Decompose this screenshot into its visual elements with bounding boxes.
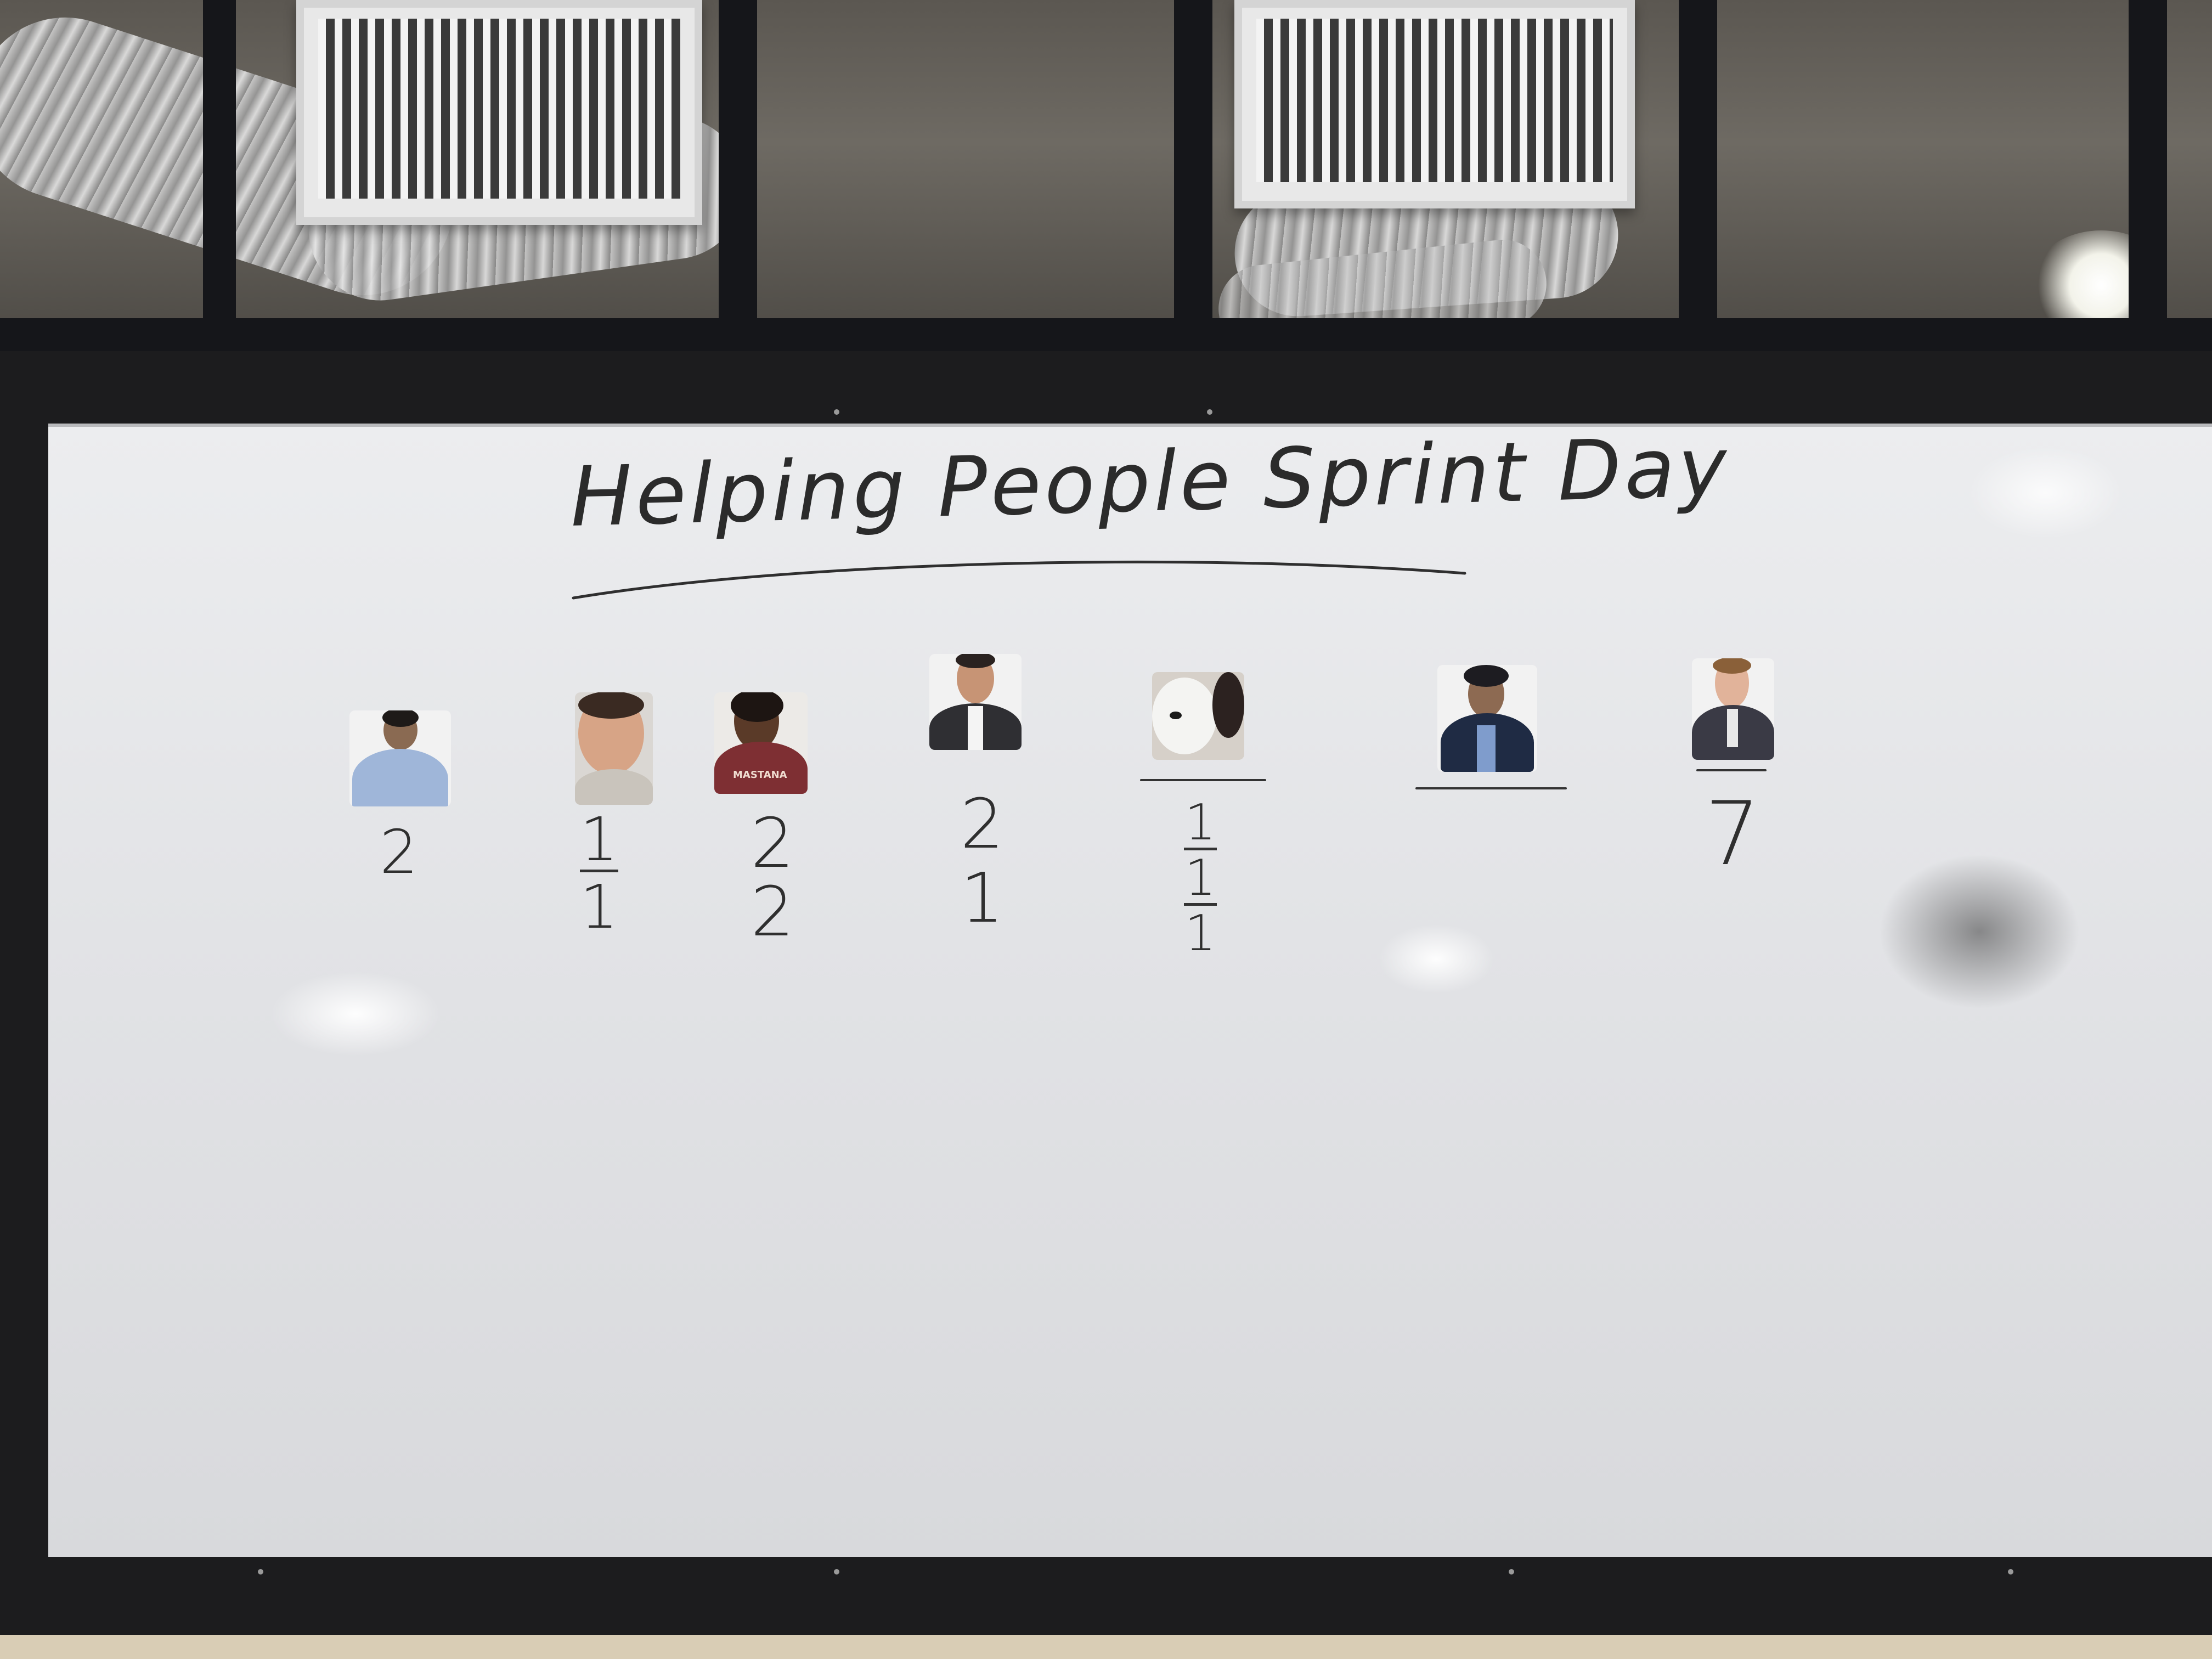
frame-screw bbox=[834, 409, 839, 415]
floor-ledge bbox=[0, 1635, 2212, 1659]
frame-screw bbox=[2008, 1569, 2013, 1575]
tally-mark: 1 bbox=[580, 804, 618, 874]
window-mullion bbox=[1174, 0, 1212, 357]
tally-mark: 1 bbox=[1184, 849, 1217, 907]
vent-grille bbox=[318, 19, 680, 199]
ceiling bbox=[0, 0, 2212, 357]
frame-screw bbox=[1207, 409, 1212, 415]
dog-photo bbox=[1152, 678, 1217, 754]
tally-line bbox=[1415, 787, 1567, 789]
tally-mark: 2 bbox=[960, 785, 1004, 864]
tally-mark: 7 bbox=[1705, 782, 1760, 885]
frame-screw bbox=[834, 1569, 839, 1575]
tally-mark: 1 bbox=[1184, 794, 1217, 851]
tally-mark: 1 bbox=[1184, 905, 1216, 962]
frame-screw bbox=[258, 1569, 263, 1575]
tally-person-1: 2 bbox=[366, 822, 432, 882]
person-photo-6 bbox=[1437, 665, 1537, 772]
tally-mark: 2 bbox=[380, 817, 418, 887]
frame-screw bbox=[1509, 1569, 1514, 1575]
window-mullion bbox=[719, 0, 757, 357]
shirt-print: MASTANA bbox=[733, 769, 787, 781]
tally-person-5: 1 1 1 bbox=[1167, 798, 1233, 958]
window-mullion bbox=[2129, 0, 2167, 357]
person-photo-4 bbox=[929, 654, 1022, 750]
vent-grille bbox=[1256, 19, 1613, 182]
tally-person-3: 2 2 bbox=[740, 809, 805, 946]
person-photo-5 bbox=[1152, 672, 1244, 760]
tally-line bbox=[1696, 769, 1767, 771]
tally-person-2: 1 1 bbox=[566, 809, 632, 937]
tally-mark: 1 bbox=[960, 859, 1004, 938]
person-photo-7 bbox=[1692, 658, 1774, 760]
title-underline bbox=[572, 560, 1466, 600]
person-photo-3: MASTANA bbox=[714, 692, 808, 794]
tally-line bbox=[1140, 779, 1266, 781]
person-photo-1 bbox=[349, 710, 451, 806]
ceiling-vent-left bbox=[296, 0, 702, 225]
person-photo-2 bbox=[575, 692, 653, 805]
ceiling-vent-right bbox=[1234, 0, 1635, 208]
window-mullion bbox=[203, 0, 236, 357]
tally-mark: 2 bbox=[751, 804, 794, 883]
tally-mark: 2 bbox=[751, 872, 794, 952]
tally-person-4: 2 1 bbox=[949, 790, 1015, 933]
tally-person-7: 7 bbox=[1700, 790, 1765, 878]
window-mullion bbox=[1679, 0, 1717, 357]
tally-mark: 1 bbox=[580, 872, 618, 942]
